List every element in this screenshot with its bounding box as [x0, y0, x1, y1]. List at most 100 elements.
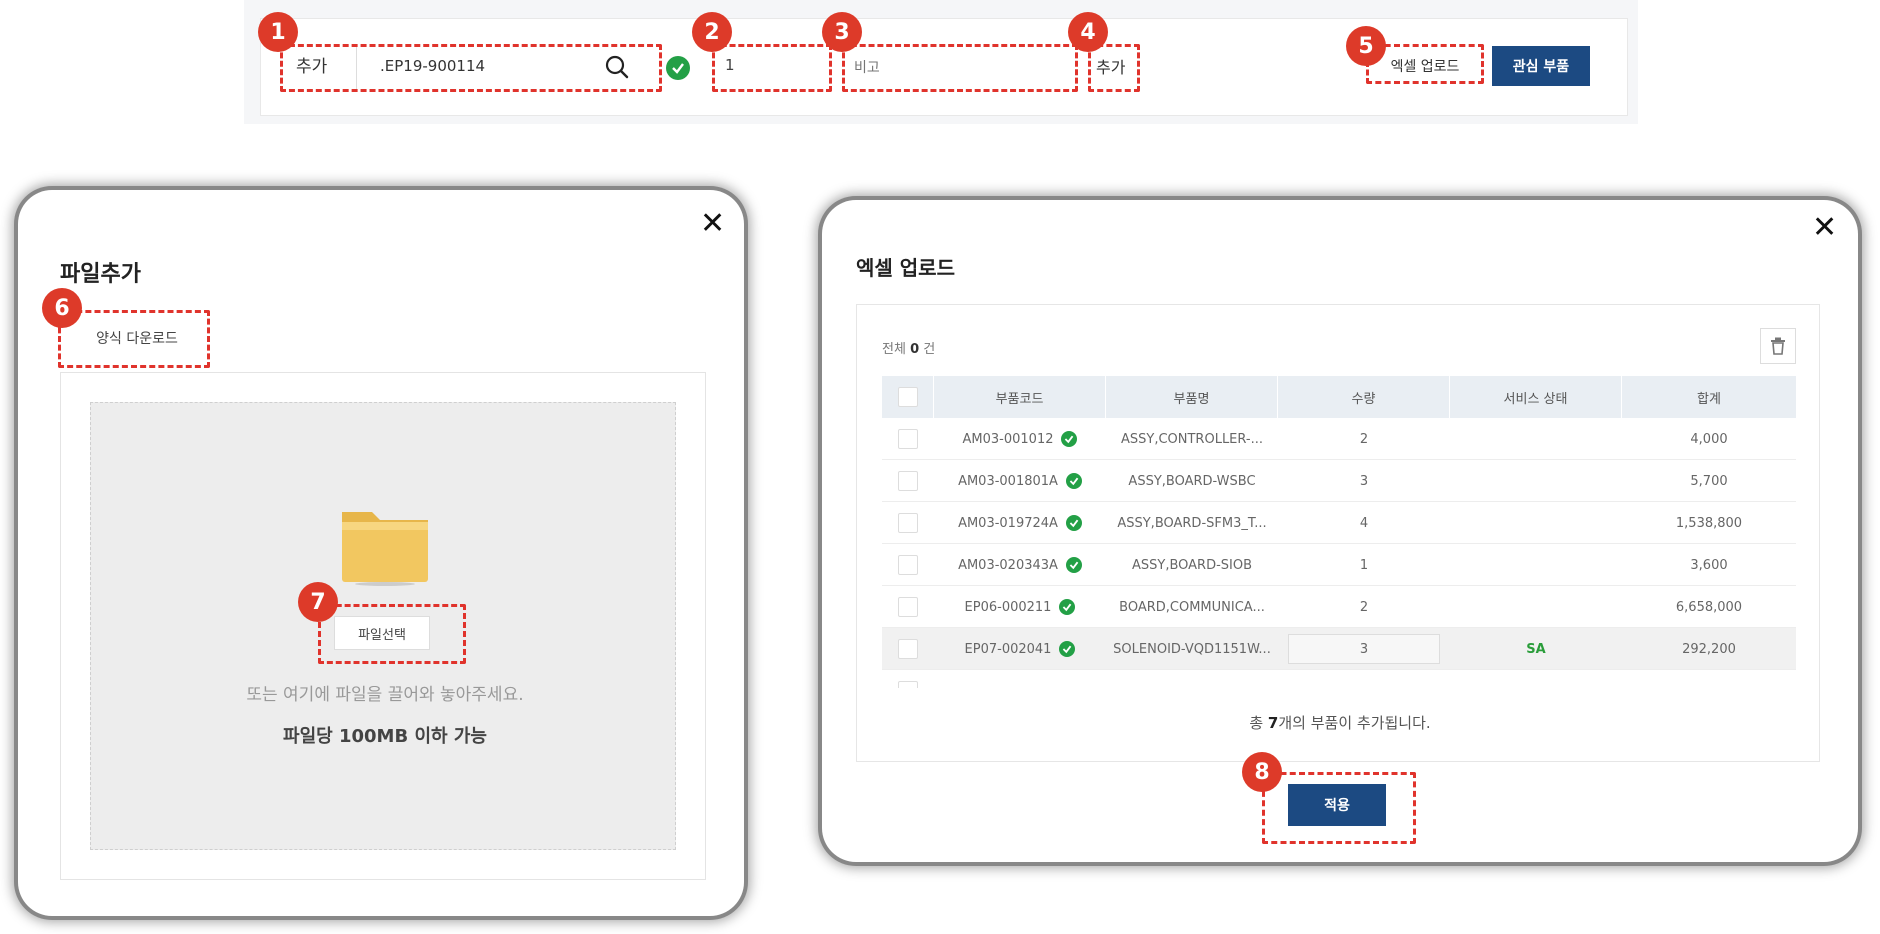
annotation-badge-2: 2 [692, 12, 732, 52]
service-status-cell [1450, 502, 1622, 544]
valid-check-icon [1065, 557, 1082, 573]
part-code-cell: AM03-001801A [934, 460, 1106, 502]
drop-hint: 또는 여기에 파일을 끌어와 놓아주세요. [246, 685, 524, 705]
part-code: AM03-019724A [958, 515, 1058, 531]
table-row [882, 670, 1796, 688]
annotation-badge-4: 4 [1068, 12, 1108, 52]
total-cell: 5,700 [1690, 473, 1728, 489]
annotation-badge-8: 8 [1242, 752, 1282, 792]
summary-suffix: 개의 부품이 추가됩니다. [1278, 714, 1431, 732]
total-cell: 4,000 [1690, 431, 1728, 447]
valid-check-icon [1061, 431, 1078, 447]
row-select-cell [882, 670, 934, 688]
total-number: 0 [910, 342, 920, 357]
table-header: 부품코드 부품명 수량 서비스 상태 합계 [882, 376, 1796, 418]
part-name-cell: ASSY,CONTROLLER-... [1120, 431, 1263, 447]
quantity-cell: 3 [1278, 628, 1450, 670]
annotation-badge-6: 6 [42, 288, 82, 328]
summary-text: 총 7개의 부품이 추가됩니다. [1110, 712, 1570, 733]
part-name-cell: BOARD,COMMUNICA... [1119, 599, 1265, 615]
annotation-box-3 [842, 44, 1078, 92]
part-code-cell: AM03-019724A [934, 502, 1106, 544]
quantity-cell: 2 [1359, 599, 1369, 615]
table-body: AM03-001012 ASSY,CONTROLLER-... 2 4,000 AM03… [882, 418, 1796, 688]
close-icon[interactable]: ✕ [1812, 210, 1837, 245]
valid-check-icon [1059, 641, 1076, 657]
service-status-cell [1450, 586, 1622, 628]
total-cell: 6,658,000 [1675, 599, 1743, 615]
quantity-cell: 2 [1359, 431, 1369, 447]
quantity-cell: 1 [1359, 557, 1369, 573]
total-cell: 292,200 [1682, 641, 1736, 657]
interest-parts-button[interactable]: 관심 부품 [1492, 46, 1590, 86]
close-icon[interactable]: ✕ [700, 206, 725, 241]
valid-check-icon [1065, 515, 1082, 531]
part-name-cell: ASSY,BOARD-SFM3_T... [1117, 515, 1267, 531]
annotation-box-1 [280, 44, 662, 92]
quantity-cell: 4 [1359, 515, 1369, 531]
part-code-cell: EP06-000211 [934, 586, 1106, 628]
valid-check-icon [1065, 473, 1082, 489]
total-cell: 1,538,800 [1675, 515, 1743, 531]
part-code: AM03-001801A [958, 473, 1058, 489]
total-prefix: 전체 [882, 342, 906, 357]
annotation-box-4 [1088, 44, 1140, 92]
service-status-cell [1450, 418, 1622, 460]
table-row: EP06-000211 BOARD,COMMUNICA... 2 6,658,000 [882, 586, 1796, 628]
part-name-cell: ASSY,BOARD-WSBC [1128, 473, 1256, 489]
folder-icon [342, 512, 428, 586]
part-code: EP06-000211 [964, 599, 1052, 615]
service-status-cell [1450, 460, 1622, 502]
delete-button[interactable] [1760, 328, 1796, 364]
summary-prefix: 총 [1249, 714, 1264, 732]
column-header: 부품코드 [934, 376, 1106, 418]
table-row: AM03-001012 ASSY,CONTROLLER-... 2 4,000 [882, 418, 1796, 460]
file-modal-title: 파일추가 [60, 262, 141, 287]
valid-check-icon [666, 56, 690, 80]
total-suffix: 건 [923, 342, 936, 357]
column-header: 부품명 [1106, 376, 1278, 418]
part-name-cell: SOLENOID-VQD1151W... [1113, 641, 1271, 657]
annotation-box-7 [318, 604, 466, 664]
row-checkbox[interactable] [898, 597, 918, 617]
select-all-checkbox[interactable] [897, 387, 918, 407]
row-select-cell [882, 502, 934, 544]
row-select-cell [882, 460, 934, 502]
part-code: AM03-001012 [962, 431, 1054, 447]
annotation-badge-5: 5 [1346, 26, 1386, 66]
total-count: 전체 0 건 [882, 338, 935, 357]
part-code-cell: AM03-020343A [934, 544, 1106, 586]
annotation-badge-3: 3 [822, 12, 862, 52]
column-header: 수량 [1278, 376, 1450, 418]
annotation-box-8 [1262, 772, 1416, 844]
excel-modal-title: 엑셀 업로드 [856, 256, 955, 280]
part-code-cell: AM03-001012 [934, 418, 1106, 460]
column-header: 서비스 상태 [1450, 376, 1622, 418]
row-select-cell [882, 628, 934, 670]
row-checkbox[interactable] [898, 471, 918, 491]
part-code: EP07-002041 [964, 641, 1052, 657]
row-select-cell [882, 586, 934, 628]
annotation-badge-1: 1 [258, 12, 298, 52]
table-row: EP07-002041 SOLENOID-VQD1151W... 3 SA 292,20… [882, 628, 1796, 670]
row-checkbox[interactable] [898, 513, 918, 533]
trash-icon [1771, 337, 1785, 355]
service-status-cell: SA [1526, 641, 1546, 657]
part-code-cell: EP07-002041 [934, 628, 1106, 670]
row-checkbox[interactable] [898, 555, 918, 575]
annotation-box-6 [58, 310, 210, 368]
table-row: AM03-020343A ASSY,BOARD-SIOB 1 3,600 [882, 544, 1796, 586]
quantity-cell: 3 [1359, 473, 1369, 489]
annotation-box-2 [712, 44, 832, 92]
row-checkbox[interactable] [898, 681, 918, 688]
row-checkbox[interactable] [898, 429, 918, 449]
part-name-cell: ASSY,BOARD-SIOB [1131, 557, 1253, 573]
table-row: AM03-001801A ASSY,BOARD-WSBC 3 5,700 [882, 460, 1796, 502]
service-status-cell [1450, 544, 1622, 586]
row-checkbox[interactable] [898, 639, 918, 659]
table-row: AM03-019724A ASSY,BOARD-SFM3_T... 4 1,538,8… [882, 502, 1796, 544]
column-header: 합계 [1697, 391, 1721, 407]
quantity-input[interactable]: 3 [1288, 634, 1440, 664]
part-code: AM03-020343A [958, 557, 1058, 573]
summary-count: 7 [1267, 714, 1279, 732]
